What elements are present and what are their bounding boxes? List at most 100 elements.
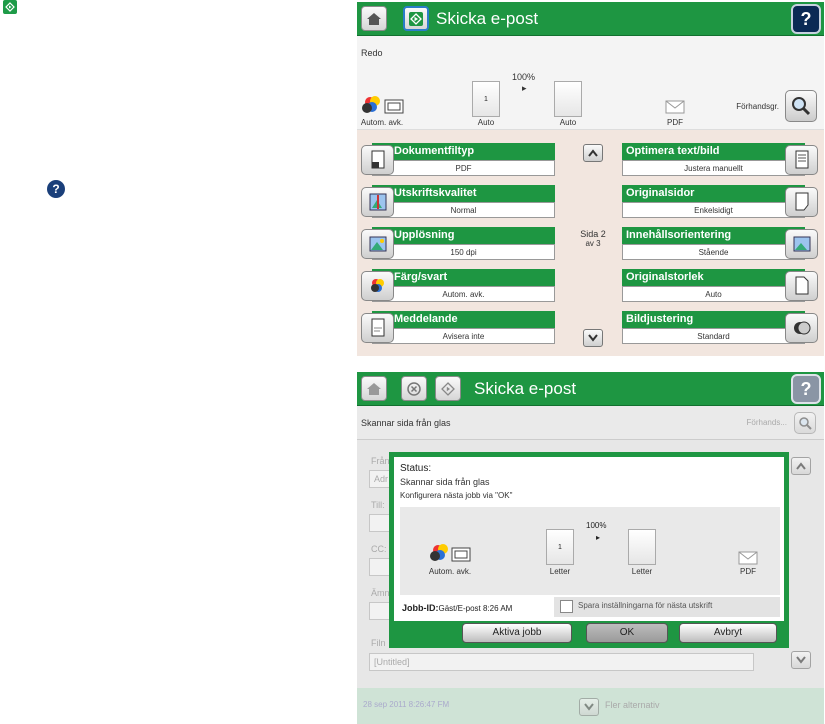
home-icon [367,12,381,25]
send-email-screen: Skicka e-post ? Redo 100% ▸ Autom. avk. … [357,2,824,356]
chevron-down-icon [588,334,598,342]
format-caption: PDF [740,567,756,576]
format-caption: PDF [667,118,683,127]
job-id: Jobb-ID:Gäst/E-post 8:26 AM [402,603,512,613]
dialog-content: Status: Skannar sida från glas Konfigure… [394,457,784,621]
chevron-down-icon [584,703,594,711]
output-size-caption: Letter [631,567,653,576]
option-orientation[interactable]: Innehållsorientering Stående [622,227,818,261]
option-document-type[interactable]: Dokumentfiltyp PDF [361,143,557,177]
title-bar: Skicka e-post ? [357,2,824,36]
option-print-quality[interactable]: Utskriftskvalitet Normal [361,185,557,219]
scroll-down-button[interactable] [791,651,811,669]
chevron-up-icon [796,462,806,470]
active-jobs-button[interactable]: Aktiva jobb [462,623,572,643]
status-bar: Skannar sida från glas Förhands... [357,406,824,440]
date-time: 28 sep 2011 8:26:47 FM [363,700,450,709]
start-button[interactable] [435,376,461,401]
options-list: Dokumentfiltyp PDF Utskriftskvalitet Nor… [357,130,824,356]
send-email-status-screen: Skicka e-post ? Skannar sida från glas F… [357,372,824,724]
notify-icon [361,313,394,343]
status-dialog: Status: Skannar sida från glas Konfigure… [389,452,789,648]
original-sides-icon [785,187,818,217]
more-options-button[interactable] [579,698,599,716]
subject-label: Ämn [371,588,390,598]
job-id-label: Jobb-ID: [402,603,439,613]
color-mode-icon[interactable] [361,94,407,121]
save-settings-checkbox[interactable] [560,600,573,613]
input-size-icon: 1 [546,529,574,565]
scroll-up-button[interactable] [583,144,603,162]
help-button[interactable]: ? [791,4,821,34]
help-icon: ? [47,180,65,198]
option-notify[interactable]: Meddelande Avisera inte [361,311,557,345]
color-icon [361,271,394,301]
from-label: Från [371,456,390,466]
output-size-icon [628,529,656,565]
start-icon [441,381,455,396]
ok-button[interactable]: OK [586,623,668,643]
optimize-icon [785,145,818,175]
option-resolution[interactable]: Upplösning 150 dpi [361,227,557,261]
chevron-down-icon [796,656,806,664]
start-icon [409,11,423,26]
option-optimize[interactable]: Optimera text/bild Justera manuellt [622,143,818,177]
page-title: Skicka e-post [474,379,577,398]
scan-preview-area: Redo 100% ▸ Autom. avk. 1 Auto Auto PDF … [357,36,824,130]
help-icon: ? [800,378,812,399]
zoom-level: 100% [586,521,607,530]
job-preview: 100% ▸ Autom. avk. 1 Letter Letter PDF [400,507,780,595]
input-size-caption: Letter [549,567,571,576]
status-line-2: Konfigurera nästa jobb via "OK" [400,491,513,500]
orientation-icon [785,229,818,259]
cancel-button[interactable]: Avbryt [679,623,777,643]
input-size-caption: Auto [477,118,495,127]
filename-field: [Untitled] [369,653,754,671]
print-quality-icon [361,187,394,217]
to-label: Till: [371,500,385,510]
home-button[interactable] [361,376,387,401]
scroll-down-button[interactable] [583,329,603,347]
document-type-icon [361,145,394,175]
page-indicator: Sida 2 av 3 [580,229,606,248]
stop-button[interactable] [401,376,427,401]
color-mode-caption: Autom. avk. [428,567,472,576]
magnifier-icon [799,417,812,430]
pdf-icon [665,100,685,119]
preview-label: Förhands... [746,418,787,427]
zoom-level: 100% [512,72,536,82]
output-size-caption: Auto [559,118,577,127]
help-icon: ? [800,8,812,29]
option-original-sides[interactable]: Originalsidor Enkelsidigt [622,185,818,219]
stop-icon [407,381,421,396]
start-icon [3,0,17,14]
status-text: Redo [361,48,383,58]
color-mode-caption: Autom. avk. [360,118,404,127]
help-button[interactable]: ? [791,374,821,404]
option-image-adjust[interactable]: Bildjustering Standard [622,311,818,345]
home-button[interactable] [361,6,387,31]
arrow-icon: ▸ [522,83,527,93]
scroll-up-button[interactable] [791,457,811,475]
preview-label: Förhandsgr. [736,102,779,111]
page-size-output-icon[interactable] [554,81,582,117]
image-adjust-icon [785,313,818,343]
file-label: Filn [371,638,386,648]
preview-button[interactable] [785,90,817,122]
page-size-input-icon[interactable]: 1 [472,81,500,117]
title-bar: Skicka e-post ? [357,372,824,406]
status-title: Status: [400,463,432,474]
preview-button[interactable] [794,412,816,434]
status-line-1: Skannar sida från glas [400,477,490,487]
scanning-status: Skannar sida från glas [361,418,451,428]
option-original-size[interactable]: Originalstorlek Auto [622,269,818,303]
save-settings-label: Spara inställningarna för nästa utskrift [578,601,713,610]
save-settings-row[interactable]: Spara inställningarna för nästa utskrift [554,597,780,617]
option-color[interactable]: Färg/svart Autom. avk. [361,269,557,303]
job-id-value: Gäst/E-post 8:26 AM [438,604,513,613]
footer: 28 sep 2011 8:26:47 FM Fler alternativ [357,688,824,724]
more-options-label: Fler alternativ [605,700,660,710]
start-button[interactable] [403,6,429,31]
original-size-icon [785,271,818,301]
page-title: Skicka e-post [436,9,539,28]
